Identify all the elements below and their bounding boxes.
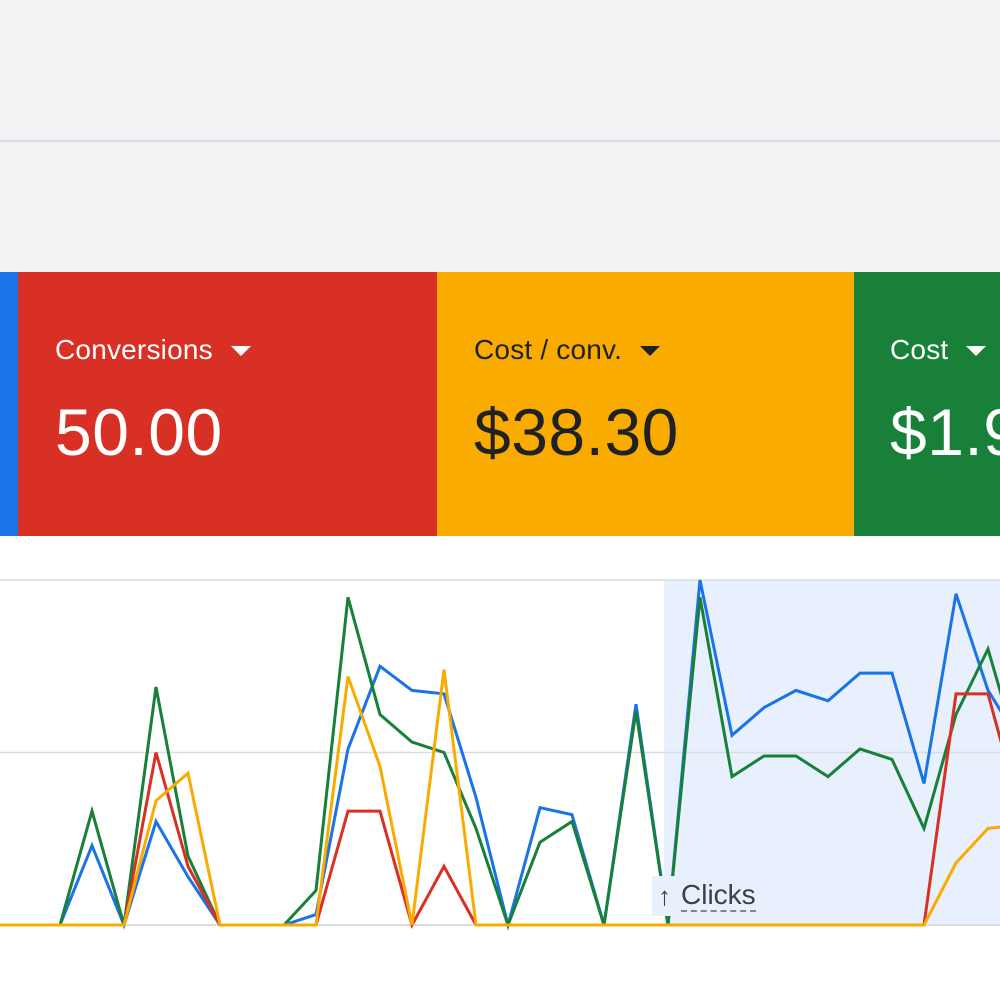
clicks-axis-label-text: Clicks: [681, 879, 756, 912]
clicks-axis-label[interactable]: ↑ Clicks: [652, 876, 762, 916]
performance-line-chart[interactable]: [0, 0, 1000, 1000]
arrow-up-icon: ↑: [658, 880, 671, 911]
